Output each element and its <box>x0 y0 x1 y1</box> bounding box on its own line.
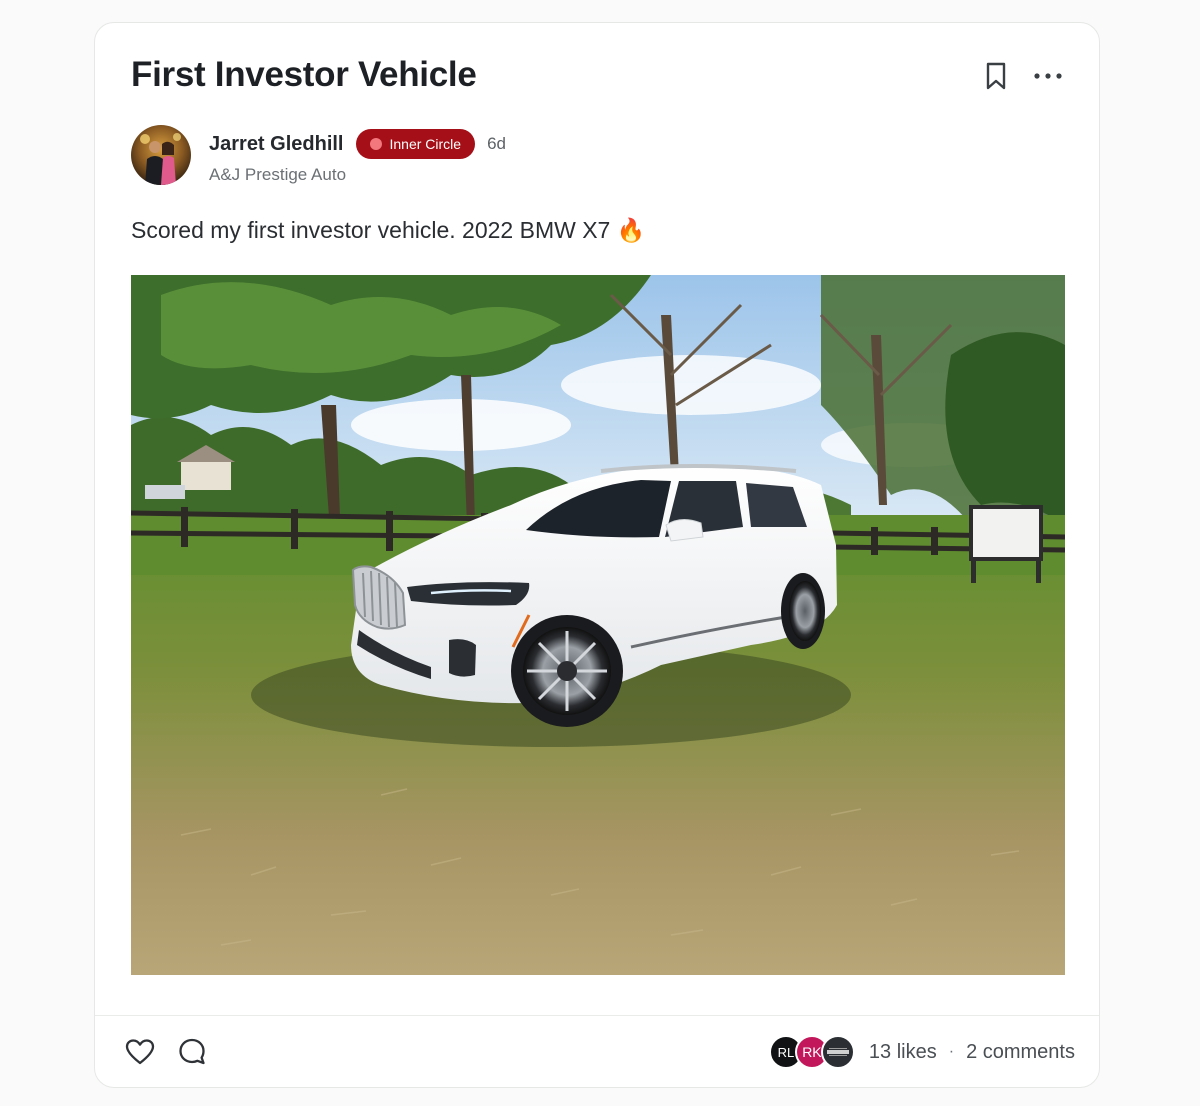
post-time: 6d <box>487 134 507 153</box>
author-name-row: Jarret Gledhill Inner Circle 6d <box>209 129 506 159</box>
post-body: Scored my first investor vehicle. 2022 B… <box>131 217 646 243</box>
avatar[interactable] <box>131 125 191 185</box>
author-name[interactable]: Jarret Gledhill <box>209 133 344 156</box>
bookmark-icon[interactable] <box>979 59 1013 93</box>
post-image[interactable] <box>131 275 1065 975</box>
post-actions <box>123 1035 209 1069</box>
author-info: Jarret Gledhill Inner Circle 6d A&J Pres… <box>209 125 506 185</box>
author-company: A&J Prestige Auto <box>209 165 347 184</box>
heart-icon[interactable] <box>123 1035 157 1069</box>
post-header-actions <box>979 59 1065 93</box>
comment-icon[interactable] <box>175 1035 209 1069</box>
footer-divider <box>95 1015 1099 1016</box>
liker-avatars[interactable]: RL RK <box>768 1035 855 1069</box>
engagement-stats: RL RK 13 likes · 2 comments <box>768 1035 1075 1069</box>
post-card: First Investor Vehicle Jarret Gledhill I… <box>94 22 1100 1088</box>
likes-count[interactable]: 13 likes <box>869 1041 937 1064</box>
status-badge: Inner Circle <box>355 129 476 159</box>
comments-count[interactable]: 2 comments <box>966 1041 1075 1064</box>
post-author: Jarret Gledhill Inner Circle 6d A&J Pres… <box>131 125 506 185</box>
badge-label: Inner Circle <box>389 136 462 152</box>
stat-separator: · <box>948 1043 955 1060</box>
badge-dot-icon <box>369 138 382 150</box>
post-title: First Investor Vehicle <box>131 55 477 94</box>
liker-avatar <box>820 1035 855 1069</box>
more-horizontal-icon[interactable] <box>1031 59 1065 93</box>
logo-icon <box>826 1048 849 1056</box>
